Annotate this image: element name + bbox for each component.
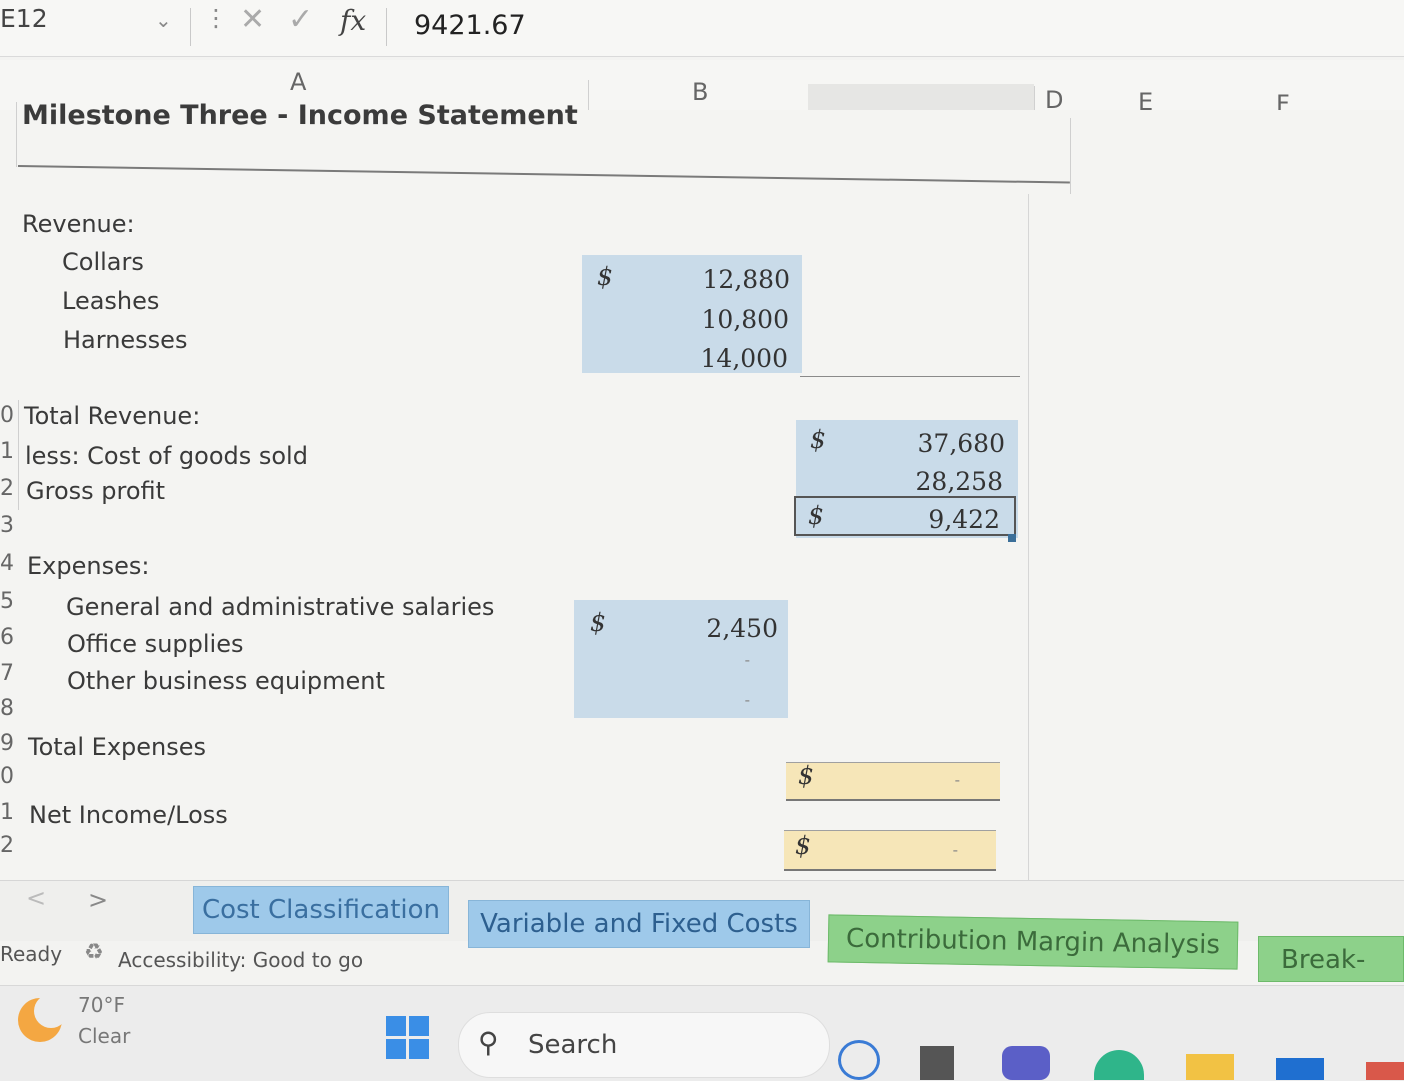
taskbar-search-label: Search	[528, 1030, 618, 1060]
task-view-icon[interactable]	[920, 1046, 954, 1080]
row-number[interactable]: 2	[0, 833, 14, 858]
total-revenue-value[interactable]: 37,680	[815, 429, 1005, 458]
net-income-value[interactable]: -	[800, 840, 958, 859]
windows-start-icon[interactable]	[386, 1016, 430, 1060]
mail-icon[interactable]	[1366, 1062, 1404, 1080]
gross-profit-value[interactable]: 9,422	[810, 505, 1000, 534]
total-expenses-label[interactable]: Total Expenses	[28, 733, 206, 761]
revenue-item-value[interactable]: 10,800	[600, 305, 789, 334]
row-number[interactable]: 0	[0, 764, 14, 789]
expense-item-value[interactable]: -	[590, 690, 750, 709]
total-expenses-value[interactable]: -	[800, 770, 960, 789]
taskbar-search[interactable]	[458, 1012, 830, 1078]
check-icon[interactable]: ✓	[288, 2, 313, 37]
tab-contribution-margin[interactable]: Contribution Margin Analysis	[827, 914, 1239, 970]
bing-icon[interactable]	[838, 1040, 880, 1080]
status-ready: Ready	[0, 942, 63, 966]
row-number[interactable]: 7	[0, 661, 14, 686]
chevron-down-icon[interactable]: ⌄	[155, 8, 172, 32]
status-accessibility[interactable]: Accessibility: Good to go	[118, 948, 363, 972]
row-number[interactable]: 4	[0, 551, 14, 576]
search-icon: ⚲	[478, 1026, 499, 1059]
teams-icon[interactable]	[1002, 1046, 1050, 1080]
worksheet[interactable]	[0, 110, 1404, 880]
formula-bar: E12 ⌄ ⋮ ✕ ✓ fx 9421.67	[0, 0, 1404, 57]
tab-cost-classification[interactable]: Cost Classification	[193, 886, 449, 934]
row-number[interactable]: 8	[0, 696, 14, 721]
more-icon[interactable]: ⋮	[204, 4, 228, 32]
fill-handle[interactable]	[1008, 534, 1016, 542]
net-income-label[interactable]: Net Income/Loss	[29, 801, 228, 829]
gross-profit-label[interactable]: Gross profit	[26, 477, 165, 505]
expense-item-label[interactable]: Other business equipment	[67, 667, 385, 695]
revenue-item-label[interactable]: Harnesses	[63, 326, 187, 354]
row-number[interactable]: 9	[0, 731, 14, 756]
tab-break-even[interactable]: Break-Eve	[1258, 936, 1404, 982]
expense-item-value[interactable]: -	[590, 650, 750, 669]
revenue-label[interactable]: Revenue:	[22, 210, 135, 238]
row-number[interactable]: 0	[0, 403, 14, 428]
revenue-item-label[interactable]: Leashes	[62, 287, 159, 315]
revenue-item-label[interactable]: Collars	[62, 248, 144, 276]
weather-temp[interactable]: 70°F	[78, 993, 125, 1017]
close-icon[interactable]: ✕	[240, 2, 265, 37]
row-number[interactable]: 5	[0, 589, 14, 614]
row-number[interactable]: 1	[0, 800, 14, 825]
expense-item-value[interactable]: 2,450	[590, 614, 778, 643]
total-revenue-label[interactable]: Total Revenue:	[24, 402, 200, 430]
column-header-a[interactable]: A	[290, 68, 306, 96]
name-box[interactable]: E12	[0, 4, 48, 33]
store-icon[interactable]	[1276, 1058, 1324, 1080]
fx-icon[interactable]: fx	[340, 4, 366, 37]
expense-item-label[interactable]: General and administrative salaries	[66, 593, 494, 621]
expenses-label[interactable]: Expenses:	[27, 552, 149, 580]
revenue-item-value[interactable]: 14,000	[600, 344, 788, 373]
tab-next-button[interactable]: >	[88, 886, 108, 914]
cogs-value[interactable]: 28,258	[815, 467, 1003, 496]
sheet-title[interactable]: Milestone Three - Income Statement	[22, 100, 578, 131]
tab-variable-fixed-costs[interactable]: Variable and Fixed Costs	[468, 900, 810, 948]
file-explorer-icon[interactable]	[1186, 1054, 1234, 1080]
cogs-label[interactable]: less: Cost of goods sold	[25, 442, 308, 470]
row-number[interactable]: 3	[0, 513, 14, 538]
revenue-item-value[interactable]: 12,880	[600, 265, 790, 294]
row-number[interactable]: 2	[0, 476, 14, 501]
row-number[interactable]: 6	[0, 625, 14, 650]
row-number[interactable]: 1	[0, 439, 14, 464]
tab-prev-button[interactable]: <	[26, 884, 46, 912]
formula-input[interactable]: 9421.67	[414, 10, 526, 41]
expense-item-label[interactable]: Office supplies	[67, 630, 243, 658]
accessibility-icon[interactable]: ♻	[84, 940, 104, 965]
column-header-b[interactable]: B	[692, 78, 708, 106]
weather-condition[interactable]: Clear	[78, 1024, 130, 1048]
